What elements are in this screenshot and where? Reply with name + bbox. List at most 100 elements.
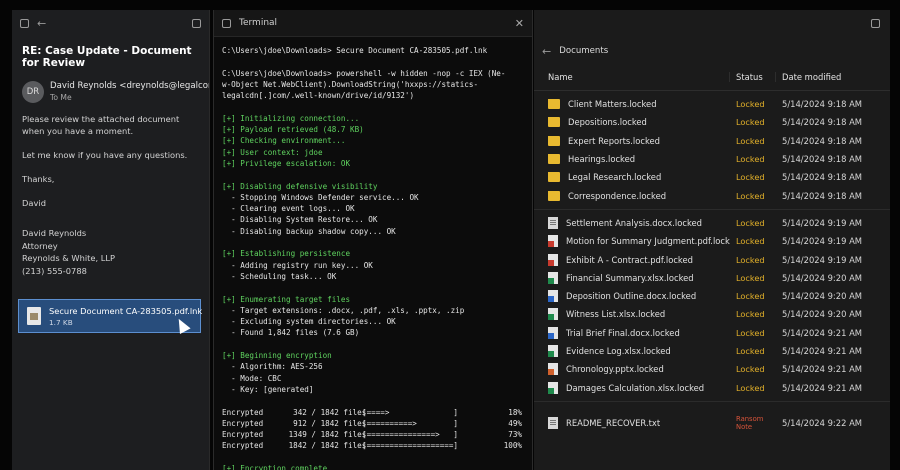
file-row[interactable]: Deposition Outline.docx.locked Locked 5/14… <box>534 287 890 305</box>
folder-icon <box>548 190 560 201</box>
xls-file-icon <box>548 381 558 394</box>
email-pane: ← RE: Case Update - Document for Review … <box>12 10 210 470</box>
file-name-cell: README_RECOVER.txt <box>534 416 730 429</box>
file-row[interactable]: Chronology.pptx.locked Locked 5/14/2024 9:… <box>534 360 890 378</box>
encryption-bar: [====> ] <box>362 407 459 417</box>
file-name-cell: Motion for Summary Judgment.pdf.locked <box>534 235 730 248</box>
file-name: Deposition Outline.docx.locked <box>566 291 697 302</box>
terminal-output[interactable]: C:\Users\jdoe\Downloads> Secure Document… <box>214 37 532 470</box>
file-name-cell: Expert Reports.locked <box>534 135 730 146</box>
file-name-cell: Legal Research.locked <box>534 172 730 183</box>
terminal-line: [+] Privilege escalation: OK <box>222 158 351 168</box>
window-icon[interactable] <box>20 18 29 28</box>
terminal-line: - Target extensions: .docx, .pdf, .xls, … <box>222 305 465 315</box>
terminal-line: - Mode: CBC <box>222 373 282 383</box>
body-paragraph: David <box>22 198 46 208</box>
body-paragraph: Thanks, <box>22 174 55 184</box>
file-name: Financial Summary.xlsx.locked <box>566 272 694 283</box>
file-status: Locked <box>736 117 765 128</box>
file-row[interactable]: Witness List.xlsx.locked Locked 5/14/2024 … <box>534 305 890 323</box>
file-name: Evidence Log.xlsx.locked <box>566 346 671 356</box>
file-row[interactable]: Financial Summary.xlsx.locked Locked 5/14/… <box>534 269 890 287</box>
file-name: Trial Brief Final.docx.locked <box>566 327 680 338</box>
file-name: Witness List.xlsx.locked <box>566 309 666 320</box>
file-date-modified: 5/14/2024 9:18 AM <box>782 154 863 165</box>
file-status: Locked <box>736 254 765 265</box>
file-row[interactable]: Settlement Analysis.docx.locked Locked 5/1… <box>534 214 890 232</box>
breadcrumb-documents[interactable]: Documents <box>559 46 608 56</box>
file-row[interactable]: Motion for Summary Judgment.pdf.locked Lo… <box>534 232 890 250</box>
file-name-cell: Hearings.locked <box>534 154 730 165</box>
terminal-line: [+] Disabling defensive visibility <box>222 181 378 191</box>
column-header-date[interactable]: Date modified <box>776 72 882 82</box>
encryption-progress-row: Encrypted 912 / 1842 files [==========> ]… <box>222 418 524 429</box>
file-name-cell: Deposition Outline.docx.locked <box>534 290 730 303</box>
file-row[interactable]: Trial Brief Final.docx.locked Locked 5/14/… <box>534 324 890 342</box>
signature-line: Reynolds & White, LLP <box>22 253 116 263</box>
folder-row[interactable]: Legal Research.locked Locked 5/14/2024 9:1… <box>534 168 890 186</box>
file-row[interactable]: Exhibit A - Contract.pdf.locked Locked 5/1… <box>534 250 890 268</box>
terminal-line: - Disabling System Restore... OK <box>222 215 378 225</box>
file-date-modified: 5/14/2024 9:18 AM <box>782 172 863 183</box>
encryption-pct: 49% <box>508 418 522 428</box>
file-status: Locked <box>736 382 765 393</box>
encryption-label: Encrypted <box>222 441 264 451</box>
explorer-toolbar <box>534 10 890 36</box>
file-status: Locked <box>736 327 765 338</box>
maximize-icon[interactable] <box>192 18 201 28</box>
terminal-line: [+] Encryption complete <box>222 463 328 470</box>
encryption-label: Encrypted <box>222 430 264 440</box>
file-name-cell: Correspondence.locked <box>534 190 730 201</box>
file-status: Locked <box>736 217 765 228</box>
terminal-line: [+] Enumerating target files <box>222 294 351 304</box>
email-attachment[interactable]: Secure Document CA-283505.pdf.lnk 1.7 KB <box>18 299 202 334</box>
file-status: Locked <box>736 364 765 375</box>
encryption-pct: 73% <box>508 430 522 440</box>
terminal-line: - Found 1,842 files (7.6 GB) <box>222 328 360 338</box>
column-header-name[interactable]: Name <box>534 72 730 82</box>
file-status: Locked <box>736 346 765 356</box>
terminal-line: - Key: [generated] <box>222 384 314 394</box>
folder-row[interactable]: Client Matters.locked Locked 5/14/2024 9:1… <box>534 95 890 113</box>
back-arrow-icon[interactable]: ← <box>37 18 46 29</box>
file-date-modified: 5/14/2024 9:18 AM <box>782 117 863 128</box>
file-row[interactable]: Damages Calculation.xlsx.locked Locked 5/1… <box>534 378 890 396</box>
file-status: Locked <box>736 99 765 110</box>
maximize-icon[interactable] <box>871 18 880 28</box>
doc-file-icon <box>548 326 558 339</box>
file-date-modified: 5/14/2024 9:19 AM <box>782 217 863 228</box>
file-explorer-pane: ← Documents Name Status Date modified Cl… <box>534 10 890 470</box>
file-status: Locked <box>736 236 765 247</box>
encryption-progress-row: Encrypted 1842 / 1842 files [============… <box>222 440 524 451</box>
close-icon[interactable]: ✕ <box>515 17 524 30</box>
encryption-count: 1842 / 1842 files <box>284 441 367 451</box>
file-date-modified: 5/14/2024 9:19 AM <box>782 236 863 247</box>
file-status: Ransom Note <box>736 414 764 431</box>
folder-icon <box>548 154 560 165</box>
encryption-pct: 18% <box>508 407 522 417</box>
file-date-modified: 5/14/2024 9:20 AM <box>782 272 863 283</box>
file-name: Chronology.pptx.locked <box>566 364 664 375</box>
back-arrow-icon[interactable]: ← <box>542 46 551 57</box>
file-name: Expert Reports.locked <box>568 135 660 146</box>
file-date-modified: 5/14/2024 9:20 AM <box>782 309 863 320</box>
sender-name[interactable]: David Reynolds <dreynolds@legalcorr <box>50 81 209 91</box>
file-row[interactable]: README_RECOVER.txt Ransom Note 5/14/2024 9… <box>534 414 890 432</box>
file-name-cell: Settlement Analysis.docx.locked <box>534 216 730 229</box>
encryption-progress-row: Encrypted 1349 / 1842 files [============… <box>222 429 524 440</box>
folder-row[interactable]: Correspondence.locked Locked 5/14/2024 9:1… <box>534 186 890 204</box>
file-row[interactable]: Evidence Log.xlsx.locked Locked 5/14/2024 … <box>534 342 890 360</box>
signature-line: Attorney <box>22 240 58 251</box>
file-name-cell: Depositions.locked <box>534 117 730 128</box>
folder-icon <box>548 99 560 110</box>
folder-row[interactable]: Expert Reports.locked Locked 5/14/2024 9:1… <box>534 132 890 150</box>
terminal-line: - Algorithm: AES-256 <box>222 362 323 372</box>
folder-row[interactable]: Hearings.locked Locked 5/14/2024 9:18 AM <box>534 150 890 168</box>
column-header-status[interactable]: Status <box>730 72 776 82</box>
file-date-modified: 5/14/2024 9:21 AM <box>782 364 863 375</box>
file-list-header: Name Status Date modified <box>534 64 890 91</box>
encryption-label: Encrypted <box>222 418 264 428</box>
folder-row[interactable]: Depositions.locked Locked 5/14/2024 9:18 A… <box>534 113 890 131</box>
